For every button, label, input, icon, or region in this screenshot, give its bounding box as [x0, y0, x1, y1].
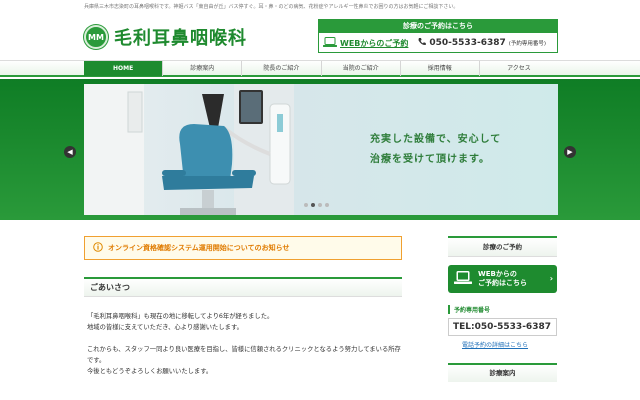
- web-button-line1: WEBからの: [478, 270, 517, 278]
- chevron-left-icon: ◀: [67, 148, 73, 156]
- hero-banner: 充実した設備で、安心して 治療を受けて頂けます。: [0, 79, 640, 220]
- hero-caption-line2: 治療を受けて頂けます。: [370, 154, 490, 165]
- reservation-box: 診療のご予約はこちら WEBからのご予約 050-5533-6387 (予約専用…: [318, 19, 558, 53]
- logo-text: 毛利耳鼻咽喉科: [114, 28, 247, 49]
- info-icon: [93, 242, 103, 254]
- nav-item-clinic[interactable]: 当院のご紹介: [322, 61, 401, 76]
- laptop-icon: [454, 271, 472, 287]
- nav-item-home[interactable]: HOME: [84, 61, 164, 76]
- sidebar-tel-number[interactable]: TEL:050-5533-6387: [448, 318, 557, 336]
- hero-caption-line1: 充実した設備で、安心して: [370, 134, 502, 145]
- main-nav: HOME 診療案内 院長のご紹介 当院のご紹介 採用情報 アクセス: [0, 60, 640, 77]
- web-reservation-link[interactable]: WEBからのご予約: [323, 37, 408, 49]
- slide-dot[interactable]: [325, 203, 329, 207]
- nav-item-services[interactable]: 診療案内: [163, 61, 243, 76]
- sidebar-tel-label: 予約専用番号: [448, 305, 557, 314]
- hero-next-button[interactable]: ▶: [564, 146, 576, 158]
- sidebar-tel-details-link[interactable]: 電話予約の詳細はこちら: [448, 340, 557, 349]
- slide-indicators: [304, 203, 329, 207]
- reservation-tel-note: (予約専用番号): [508, 41, 547, 47]
- web-button-line2: ご予約はこちら: [478, 279, 527, 287]
- notice-banner[interactable]: オンライン資格確認システム運用開始についてのお知らせ: [84, 236, 402, 260]
- hero-slide: 充実した設備で、安心して 治療を受けて頂けます。: [84, 84, 558, 215]
- reservation-tel-number: 050-5533-6387: [429, 38, 506, 48]
- slide-dot-active[interactable]: [311, 203, 315, 207]
- site-logo[interactable]: MM 毛利耳鼻咽喉科: [84, 24, 247, 50]
- notice-text: オンライン資格確認システム運用開始についてのお知らせ: [108, 244, 290, 252]
- hero-caption: 充実した設備で、安心して 治療を受けて頂けます。: [370, 130, 501, 170]
- logo-mark-icon: MM: [84, 25, 108, 49]
- phone-icon: [418, 37, 427, 49]
- slide-dot[interactable]: [304, 203, 308, 207]
- reservation-heading: 診療のご予約はこちら: [319, 20, 557, 33]
- sidebar-guide-title: 診療案内: [448, 363, 557, 382]
- chevron-right-icon: ▶: [567, 148, 573, 156]
- greeting-paragraph-1: 「毛利耳鼻咽喉科」も現在の地に移転してより6年が経ちました。 地域の皆様に支えて…: [87, 313, 274, 331]
- web-reservation-label: WEBからのご予約: [340, 38, 409, 48]
- slide-dot[interactable]: [318, 203, 322, 207]
- sidebar: 診療のご予約 WEBからの ご予約はこちら › 予約専用番号 TEL:050-5…: [448, 236, 557, 382]
- greeting-paragraph-2: これからも、スタッフ一同より良い医療を目指し、皆様に信頼されるクリニックとなるよ…: [87, 346, 401, 375]
- laptop-icon: [323, 37, 337, 49]
- nav-item-director[interactable]: 院長のご紹介: [242, 61, 322, 76]
- nav-item-recruit[interactable]: 採用情報: [401, 61, 480, 76]
- greeting-title: ごあいさつ: [84, 277, 402, 297]
- hero-prev-button[interactable]: ◀: [64, 146, 76, 158]
- sidebar-web-reserve-button[interactable]: WEBからの ご予約はこちら ›: [448, 265, 557, 293]
- nav-item-access[interactable]: アクセス: [480, 61, 558, 76]
- greeting-body: 「毛利耳鼻咽喉科」も現在の地に移転してより6年が経ちました。 地域の皆様に支えて…: [87, 311, 407, 388]
- chevron-right-icon: ›: [549, 274, 553, 283]
- top-note: 兵庫県三木市志染町の耳鼻咽喉科です。神姫バス「東自由が丘」バス停すぐ。耳・鼻・の…: [84, 4, 459, 10]
- sidebar-reserve-title: 診療のご予約: [448, 236, 557, 257]
- reservation-tel[interactable]: 050-5533-6387 (予約専用番号): [418, 37, 546, 49]
